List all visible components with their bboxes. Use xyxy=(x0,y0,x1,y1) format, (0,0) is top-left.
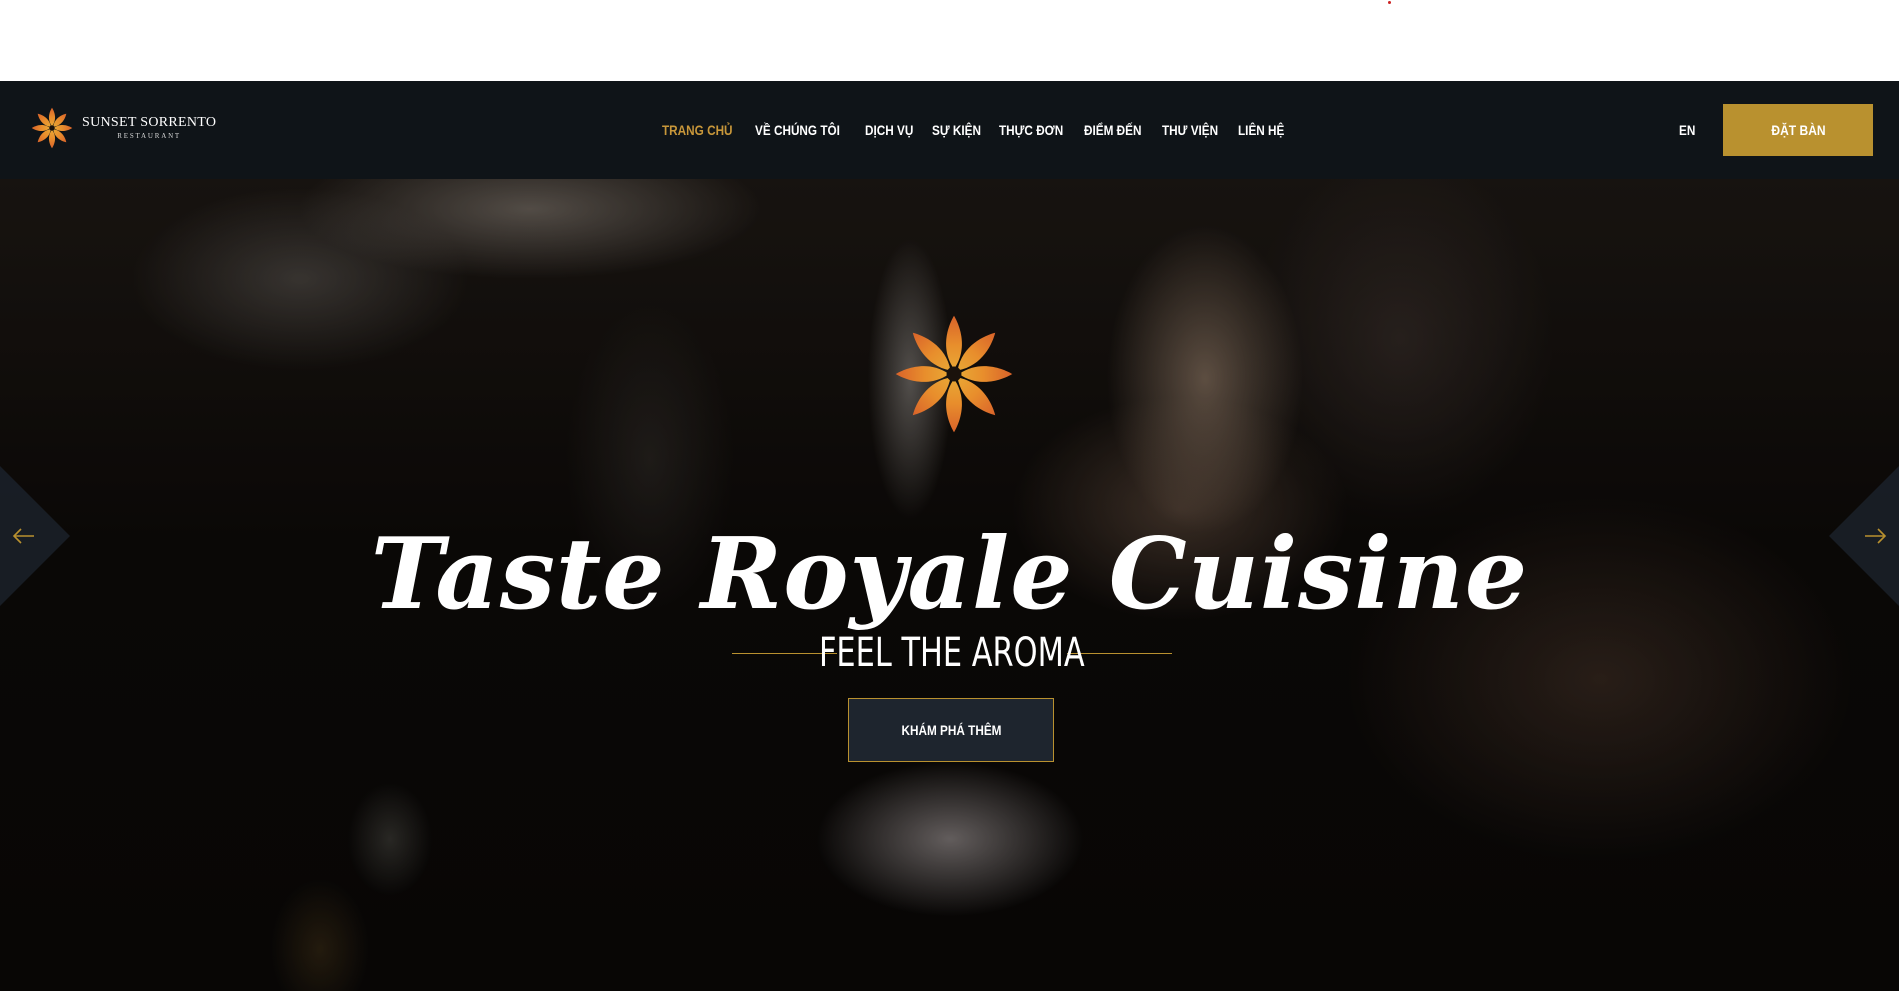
hero-subtitle-group: FEEL THE AROMA xyxy=(732,628,1172,678)
nav-item-destinations[interactable]: ĐIỂM ĐẾN xyxy=(1084,122,1142,138)
flower-center xyxy=(946,366,962,382)
hero-title: Taste Royale Cuisine xyxy=(370,516,1529,632)
nav-item-about[interactable]: VỀ CHÚNG TÔI xyxy=(755,122,840,138)
explore-more-label: KHÁM PHÁ THÊM xyxy=(901,722,1001,738)
star-flower-icon xyxy=(895,315,1013,433)
hero-subtitle-text: FEEL THE AROMA xyxy=(819,630,1085,676)
page-top-area xyxy=(0,0,1899,81)
hero-subtitle: FEEL THE AROMA xyxy=(732,628,1172,678)
hero-slider: Taste Royale Cuisine FEEL THE AROMA KHÁM… xyxy=(0,179,1899,991)
flower-petal xyxy=(946,378,962,433)
nav-item-events[interactable]: SỰ KIỆN xyxy=(932,122,981,138)
brand-text: SUNSET SORRENTO RESTAURANT xyxy=(82,116,216,140)
nav-item-home[interactable]: TRANG CHỦ xyxy=(662,122,733,138)
explore-more-button[interactable]: KHÁM PHÁ THÊM xyxy=(848,698,1054,762)
language-switch[interactable]: EN xyxy=(1679,122,1695,138)
red-dot-marker xyxy=(1388,1,1391,4)
book-table-button[interactable]: ĐẶT BÀN xyxy=(1723,104,1873,156)
nav-item-services[interactable]: DỊCH VỤ xyxy=(865,122,913,138)
flower-petal xyxy=(958,366,1013,382)
brand-logo[interactable]: SUNSET SORRENTO RESTAURANT xyxy=(30,103,216,153)
flower-petal xyxy=(895,366,950,382)
brand-subtitle: RESTAURANT xyxy=(117,132,181,140)
primary-nav: TRANG CHỦ VỀ CHÚNG TÔI DỊCH VỤ SỰ KIỆN T… xyxy=(662,81,1302,179)
nav-item-gallery[interactable]: THƯ VIỆN xyxy=(1162,122,1218,138)
book-table-label: ĐẶT BÀN xyxy=(1770,122,1826,138)
nav-item-contact[interactable]: LIÊN HỆ xyxy=(1238,122,1284,138)
flower-petal xyxy=(946,315,962,370)
main-navbar: SUNSET SORRENTO RESTAURANT TRANG CHỦ VỀ … xyxy=(0,81,1899,179)
logo-flower-icon xyxy=(31,107,73,149)
brand-name: SUNSET SORRENTO xyxy=(82,115,217,130)
flower-center xyxy=(49,125,55,131)
nav-item-menu[interactable]: THỰC ĐƠN xyxy=(999,122,1063,138)
